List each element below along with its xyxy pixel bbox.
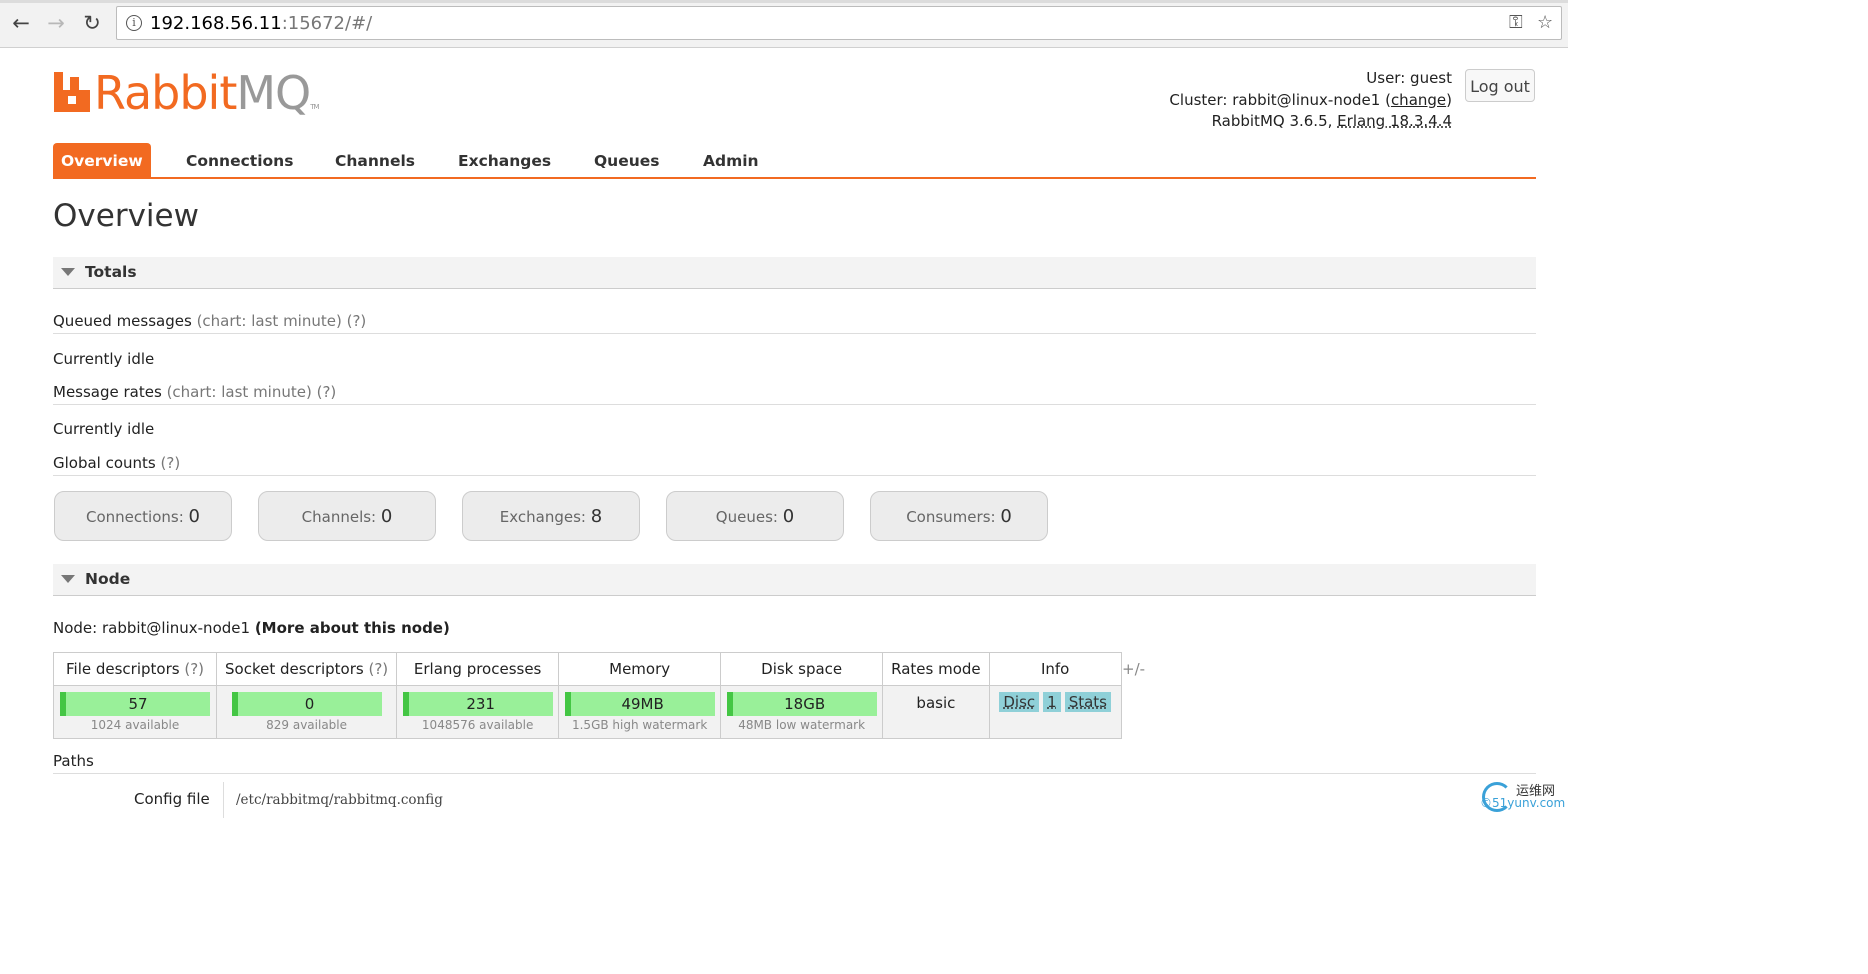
reload-icon[interactable]: ↻ (79, 10, 105, 36)
connections-counter[interactable]: Connections: 0 (54, 491, 232, 541)
site-info-icon[interactable]: i (126, 15, 142, 31)
channels-counter[interactable]: Channels: 0 (258, 491, 436, 541)
tab-overview[interactable]: Overview (53, 143, 151, 177)
back-icon[interactable]: ← (8, 10, 34, 36)
config-file-value: /etc/rabbitmq/rabbitmq.config (236, 792, 443, 808)
node-stats-table: File descriptors (?) Socket descriptors … (53, 652, 1122, 739)
page-title: Overview (53, 198, 199, 234)
erlang-version: Erlang 18.3.4.4 (1337, 112, 1452, 130)
browser-toolbar: ← → ↻ i 192.168.56.11:15672/#/ ⚿ ☆ (0, 0, 1568, 48)
collapse-triangle-icon[interactable] (61, 575, 75, 583)
rates-status: Currently idle (53, 420, 155, 438)
address-bar[interactable]: i 192.168.56.11:15672/#/ ⚿ ☆ (116, 6, 1562, 40)
url-text[interactable]: 192.168.56.11:15672/#/ (150, 13, 372, 34)
forward-icon[interactable]: → (43, 10, 69, 36)
paths-heading: Paths (53, 752, 1536, 774)
socket-descriptors-bar: 0 (231, 692, 382, 716)
rabbitmq-logo-mark-icon (54, 72, 90, 112)
node-name-line: Node: rabbit@linux-node1 (More about thi… (53, 619, 450, 637)
col-socket-descriptors: Socket descriptors (?) (215, 652, 398, 686)
logout-button[interactable]: Log out (1465, 69, 1535, 102)
node-section-header[interactable]: Node (53, 564, 1536, 596)
queues-counter[interactable]: Queues: 0 (666, 491, 844, 541)
col-info: Info (988, 652, 1122, 686)
tab-queues[interactable]: Queues (594, 143, 660, 177)
message-rates-hint[interactable]: (chart: last minute) (?) (167, 383, 337, 401)
message-rates-heading: Message rates (chart: last minute) (?) (53, 383, 1536, 405)
stats-badge[interactable]: Stats (1064, 692, 1111, 712)
version-text: RabbitMQ 3.6.5, (1211, 112, 1333, 130)
divider (223, 782, 224, 818)
file-descriptors-bar: 57 (60, 692, 210, 716)
key-icon[interactable]: ⚿ (1509, 12, 1523, 33)
global-counts-hint[interactable]: (?) (161, 454, 181, 472)
disc-badge[interactable]: Disc (999, 692, 1040, 712)
exchanges-counter[interactable]: Exchanges: 8 (462, 491, 640, 541)
site-watermark: 运维网 ©51yunv.com (1480, 782, 1566, 812)
col-memory: Memory (558, 652, 722, 686)
queued-status: Currently idle (53, 350, 155, 368)
erlang-processes-bar: 231 (402, 692, 553, 716)
one-badge[interactable]: 1 (1043, 692, 1061, 712)
rabbitmq-logo-text: RabbitMQTM (94, 66, 320, 120)
col-erlang-processes: Erlang processes (396, 652, 560, 686)
tab-admin[interactable]: Admin (703, 143, 759, 177)
tab-strip (0, 0, 1568, 3)
rates-mode-value: basic (916, 694, 956, 712)
disk-space-bar: 18GB (726, 692, 877, 716)
cluster-name: rabbit@linux-node1 (1232, 90, 1381, 109)
change-cluster-link[interactable]: change (1391, 91, 1446, 109)
col-file-descriptors: File descriptors (?) (53, 652, 217, 686)
col-disk-space: Disk space (720, 652, 884, 686)
collapse-triangle-icon[interactable] (61, 268, 75, 276)
memory-bar: 49MB (564, 692, 715, 716)
global-counts-heading: Global counts (?) (53, 454, 1536, 476)
queued-messages-hint[interactable]: (chart: last minute) (?) (197, 312, 367, 330)
col-rates-mode: Rates mode (882, 652, 990, 686)
user-name: guest (1410, 69, 1452, 87)
tab-exchanges[interactable]: Exchanges (458, 143, 551, 177)
more-about-node-link[interactable]: (More about this node) (255, 619, 450, 637)
bookmark-star-icon[interactable]: ☆ (1537, 12, 1553, 33)
config-file-label: Config file (134, 790, 210, 808)
column-toggle-link[interactable]: +/- (1122, 660, 1145, 678)
totals-section-header[interactable]: Totals (53, 257, 1536, 289)
user-info: User: guest Cluster: rabbit@linux-node1 … (1169, 69, 1452, 130)
tab-connections[interactable]: Connections (186, 143, 293, 177)
consumers-counter[interactable]: Consumers: 0 (870, 491, 1048, 541)
main-nav: Overview Connections Channels Exchanges … (53, 143, 1536, 179)
queued-messages-heading: Queued messages (chart: last minute) (?) (53, 312, 1536, 334)
tab-channels[interactable]: Channels (335, 143, 415, 177)
table-row: 57 1024 available 0 829 available 231 10485… (53, 685, 1122, 739)
